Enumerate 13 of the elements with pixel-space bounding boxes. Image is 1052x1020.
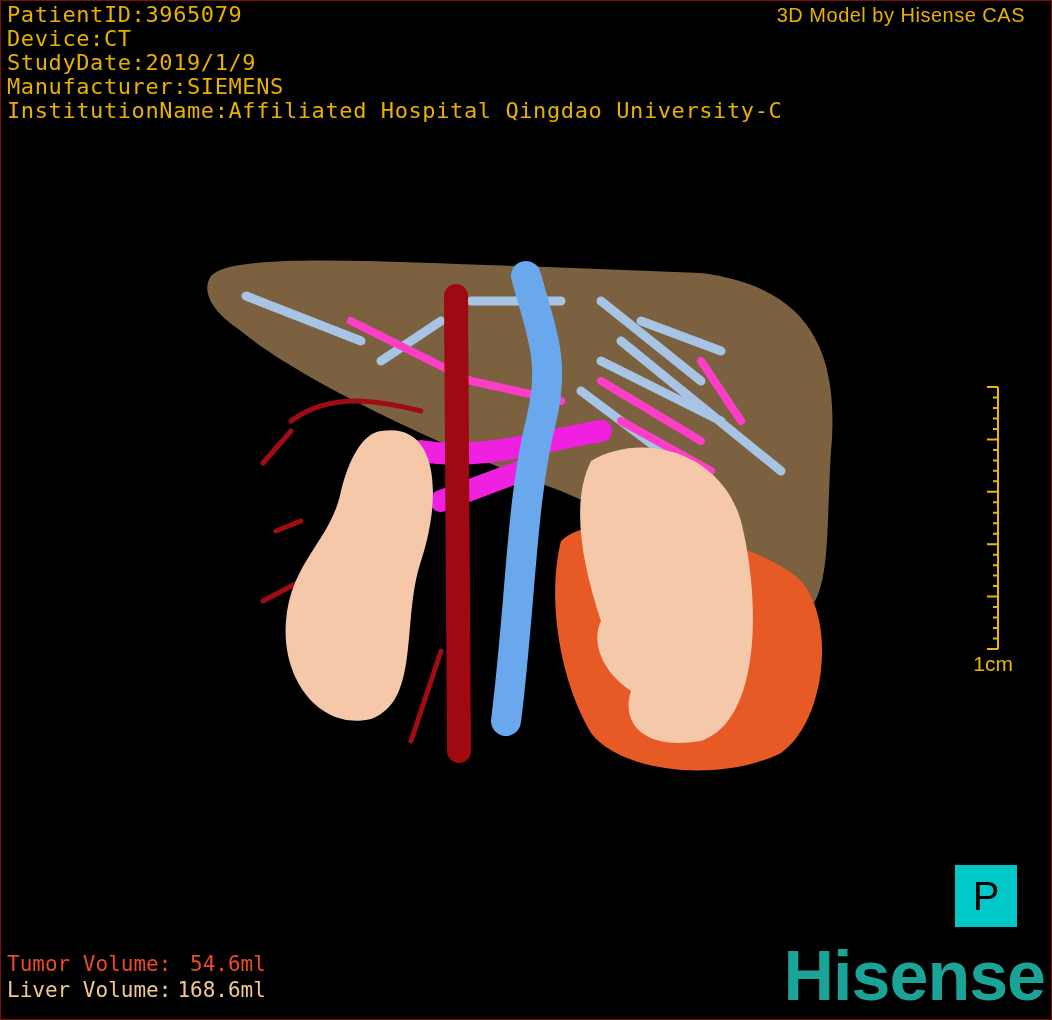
- volume-value: 54.6ml: [189, 951, 266, 977]
- viewer-title: 3D Model by Hisense CAS: [776, 3, 1025, 27]
- scale-label: 1cm: [973, 652, 1013, 676]
- volume-value: 168.6ml: [177, 977, 266, 1003]
- brand-logo: Hisense: [783, 943, 1045, 1009]
- study-info-line: InstitutionName:Affiliated Hospital Qingdao University-C: [7, 99, 783, 123]
- study-info-line: StudyDate:2019/1/9: [7, 51, 257, 75]
- volume-label: Tumor Volume:: [7, 951, 172, 977]
- orientation-button[interactable]: P: [955, 865, 1017, 927]
- volume-label: Liver Volume:: [7, 977, 172, 1003]
- study-info-line: PatientID:3965079: [7, 3, 243, 27]
- study-info-line: Manufacturer:SIEMENS: [7, 75, 284, 99]
- study-info-line: Device:CT: [7, 27, 132, 51]
